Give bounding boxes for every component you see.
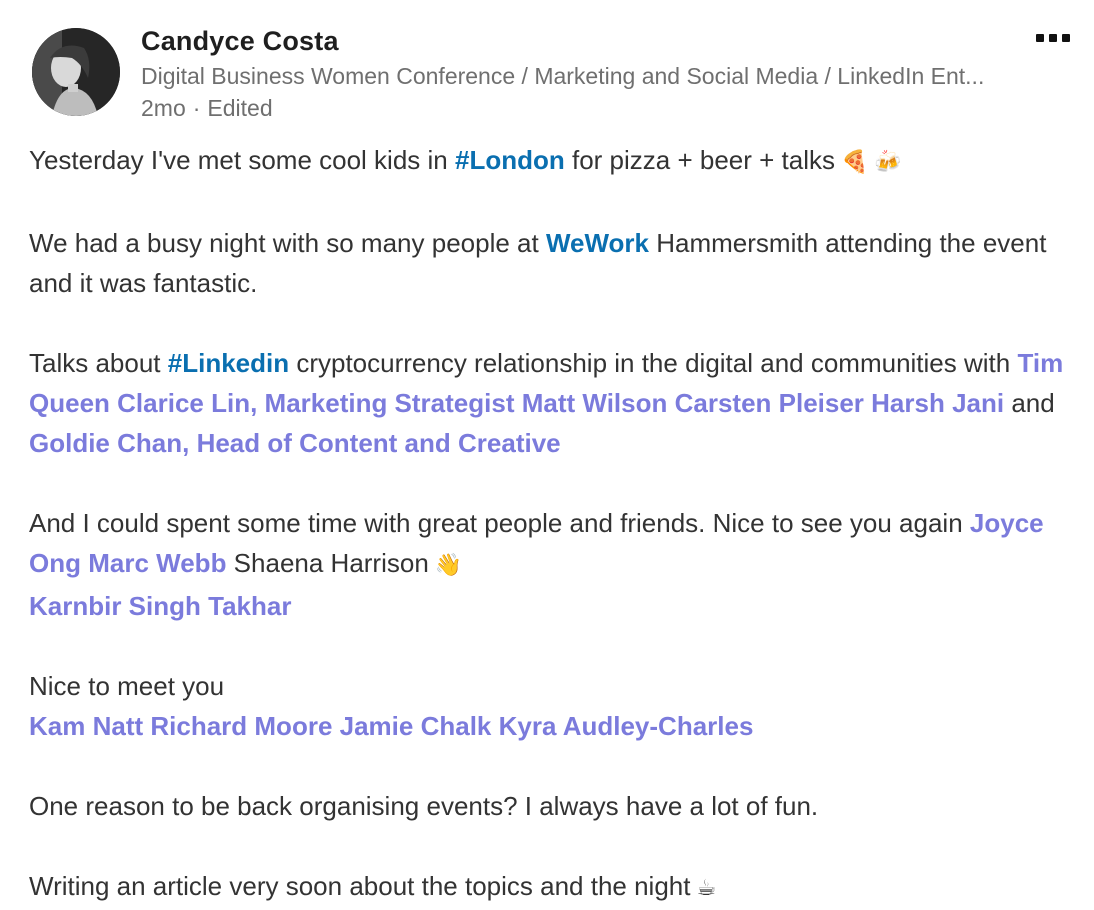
post-paragraph: Yesterday I've met some cool kids in #Lo… — [29, 140, 1079, 183]
more-options-button[interactable] — [1028, 26, 1078, 50]
mention-matt-wilson[interactable]: Matt Wilson — [522, 388, 668, 418]
hashtag-london[interactable]: #London — [455, 145, 565, 175]
post-text: and — [1004, 388, 1055, 418]
mention-kam-natt[interactable]: Kam Natt — [29, 711, 143, 741]
meta-separator: · — [192, 95, 201, 121]
mention-marc-webb[interactable]: Marc Webb — [88, 548, 226, 578]
post-paragraph: Writing an article very soon about the t… — [29, 866, 1079, 909]
more-horizontal-icon-dot — [1062, 34, 1070, 42]
avatar-photo — [32, 28, 120, 116]
pizza-icon: 🍕 — [841, 150, 869, 175]
more-horizontal-icon — [1036, 34, 1044, 42]
hashtag-linkedin[interactable]: #Linkedin — [168, 348, 289, 378]
mention-jamie-chalk[interactable]: Jamie Chalk — [340, 711, 492, 741]
more-horizontal-icon-dot — [1049, 34, 1057, 42]
avatar[interactable] — [32, 28, 120, 116]
coffee-icon: ☕ — [696, 876, 717, 901]
mention-harsh-jani[interactable]: Harsh Jani — [871, 388, 1004, 418]
post-text: One reason to be back organising events?… — [29, 791, 819, 821]
mention-richard-moore[interactable]: Richard Moore — [150, 711, 332, 741]
post-body: Yesterday I've met some cool kids in #Lo… — [29, 140, 1079, 909]
feed-post: Candyce Costa Digital Business Women Con… — [0, 0, 1094, 910]
mention-carsten-pleiser[interactable]: Carsten Pleiser — [675, 388, 864, 418]
post-paragraph: One reason to be back organising events?… — [29, 786, 1079, 826]
post-paragraph: And I could spent some time with great p… — [29, 503, 1079, 626]
post-text: Nice to meet you — [29, 671, 225, 701]
post-text: for pizza + beer + talks — [564, 145, 835, 175]
post-timestamp: 2mo — [141, 95, 186, 121]
mention-goldie-chan[interactable]: Goldie Chan, Head of Content and Creativ… — [29, 428, 561, 458]
author-headline: Digital Business Women Conference / Mark… — [141, 63, 985, 89]
post-text: cryptocurrency relationship in the digit… — [289, 348, 1018, 378]
post-paragraph: Nice to meet you Kam Natt Richard Moore J… — [29, 666, 1079, 746]
beer-icon: 🍻 — [874, 150, 902, 175]
post-meta: 2mo · Edited — [141, 95, 273, 122]
author-name[interactable]: Candyce Costa — [141, 26, 339, 57]
post-paragraph: Talks about #Linkedin cryptocurrency rel… — [29, 343, 1079, 463]
post-text: Writing an article very soon about the t… — [29, 871, 691, 901]
post-text: Yesterday I've met some cool kids in — [29, 145, 455, 175]
post-text: Shaena Harrison — [226, 548, 429, 578]
post-paragraph: We had a busy night with so many people … — [29, 223, 1079, 303]
post-text: We had a busy night with so many people … — [29, 228, 546, 258]
edited-label: Edited — [207, 95, 273, 121]
mention-kyra-audley-charles[interactable]: Kyra Audley-Charles — [499, 711, 754, 741]
mention-karnbir-singh-takhar[interactable]: Karnbir Singh Takhar — [29, 591, 291, 621]
waving-hand-icon: 👋 — [434, 553, 463, 578]
mention-wework[interactable]: WeWork — [546, 228, 649, 258]
post-text: And I could spent some time with great p… — [29, 508, 970, 538]
mention-clarice-lin[interactable]: Clarice Lin, Marketing Strategist — [117, 388, 514, 418]
post-text: Talks about — [29, 348, 168, 378]
